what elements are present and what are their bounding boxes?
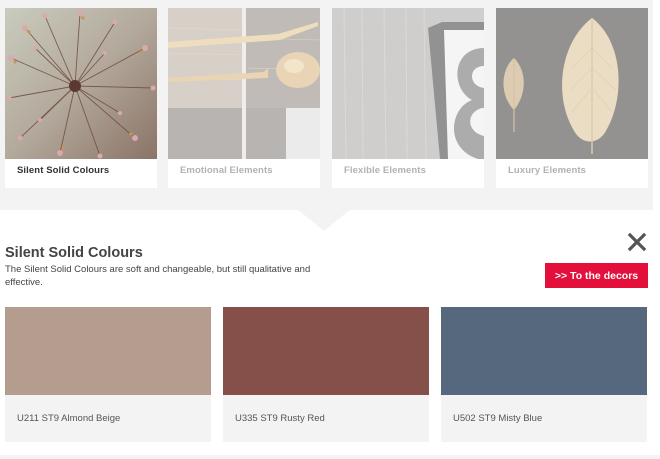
decor-label: U502 ST9 Misty Blue (453, 413, 543, 424)
color-swatch (223, 307, 429, 395)
category-label: Silent Solid Colours (17, 165, 110, 176)
category-image-gold-leaves (496, 8, 648, 159)
category-tile-luxury-elements[interactable]: Luxury Elements (496, 8, 648, 188)
decor-card-rusty-red[interactable]: U335 ST9 Rusty Red (223, 307, 429, 442)
category-tile-emotional-elements[interactable]: Emotional Elements (168, 8, 320, 188)
category-label: Flexible Elements (344, 165, 426, 176)
decor-card-misty-blue[interactable]: U502 ST9 Misty Blue (441, 307, 647, 442)
color-swatch (5, 307, 211, 395)
divider (0, 455, 660, 459)
category-label: Emotional Elements (180, 165, 273, 176)
decor-card-almond-beige[interactable]: U211 ST9 Almond Beige (5, 307, 211, 442)
close-icon[interactable] (626, 232, 648, 252)
detail-description: The Silent Solid Colours are soft and ch… (5, 264, 311, 288)
category-image-cutlery (168, 8, 320, 159)
active-tile-pointer (297, 209, 351, 231)
category-image-allium (5, 8, 157, 159)
color-swatch (441, 307, 647, 395)
decor-label: U335 ST9 Rusty Red (235, 413, 325, 424)
to-the-decors-button[interactable]: >> To the decors (545, 263, 648, 288)
detail-title: Silent Solid Colours (5, 245, 143, 261)
category-label: Luxury Elements (508, 165, 587, 176)
category-tile-flexible-elements[interactable]: Flexible Elements (332, 8, 484, 188)
decor-label: U211 ST9 Almond Beige (17, 413, 121, 424)
category-image-frame (332, 8, 484, 159)
category-tile-silent-solid-colours[interactable]: Silent Solid Colours (5, 8, 157, 188)
